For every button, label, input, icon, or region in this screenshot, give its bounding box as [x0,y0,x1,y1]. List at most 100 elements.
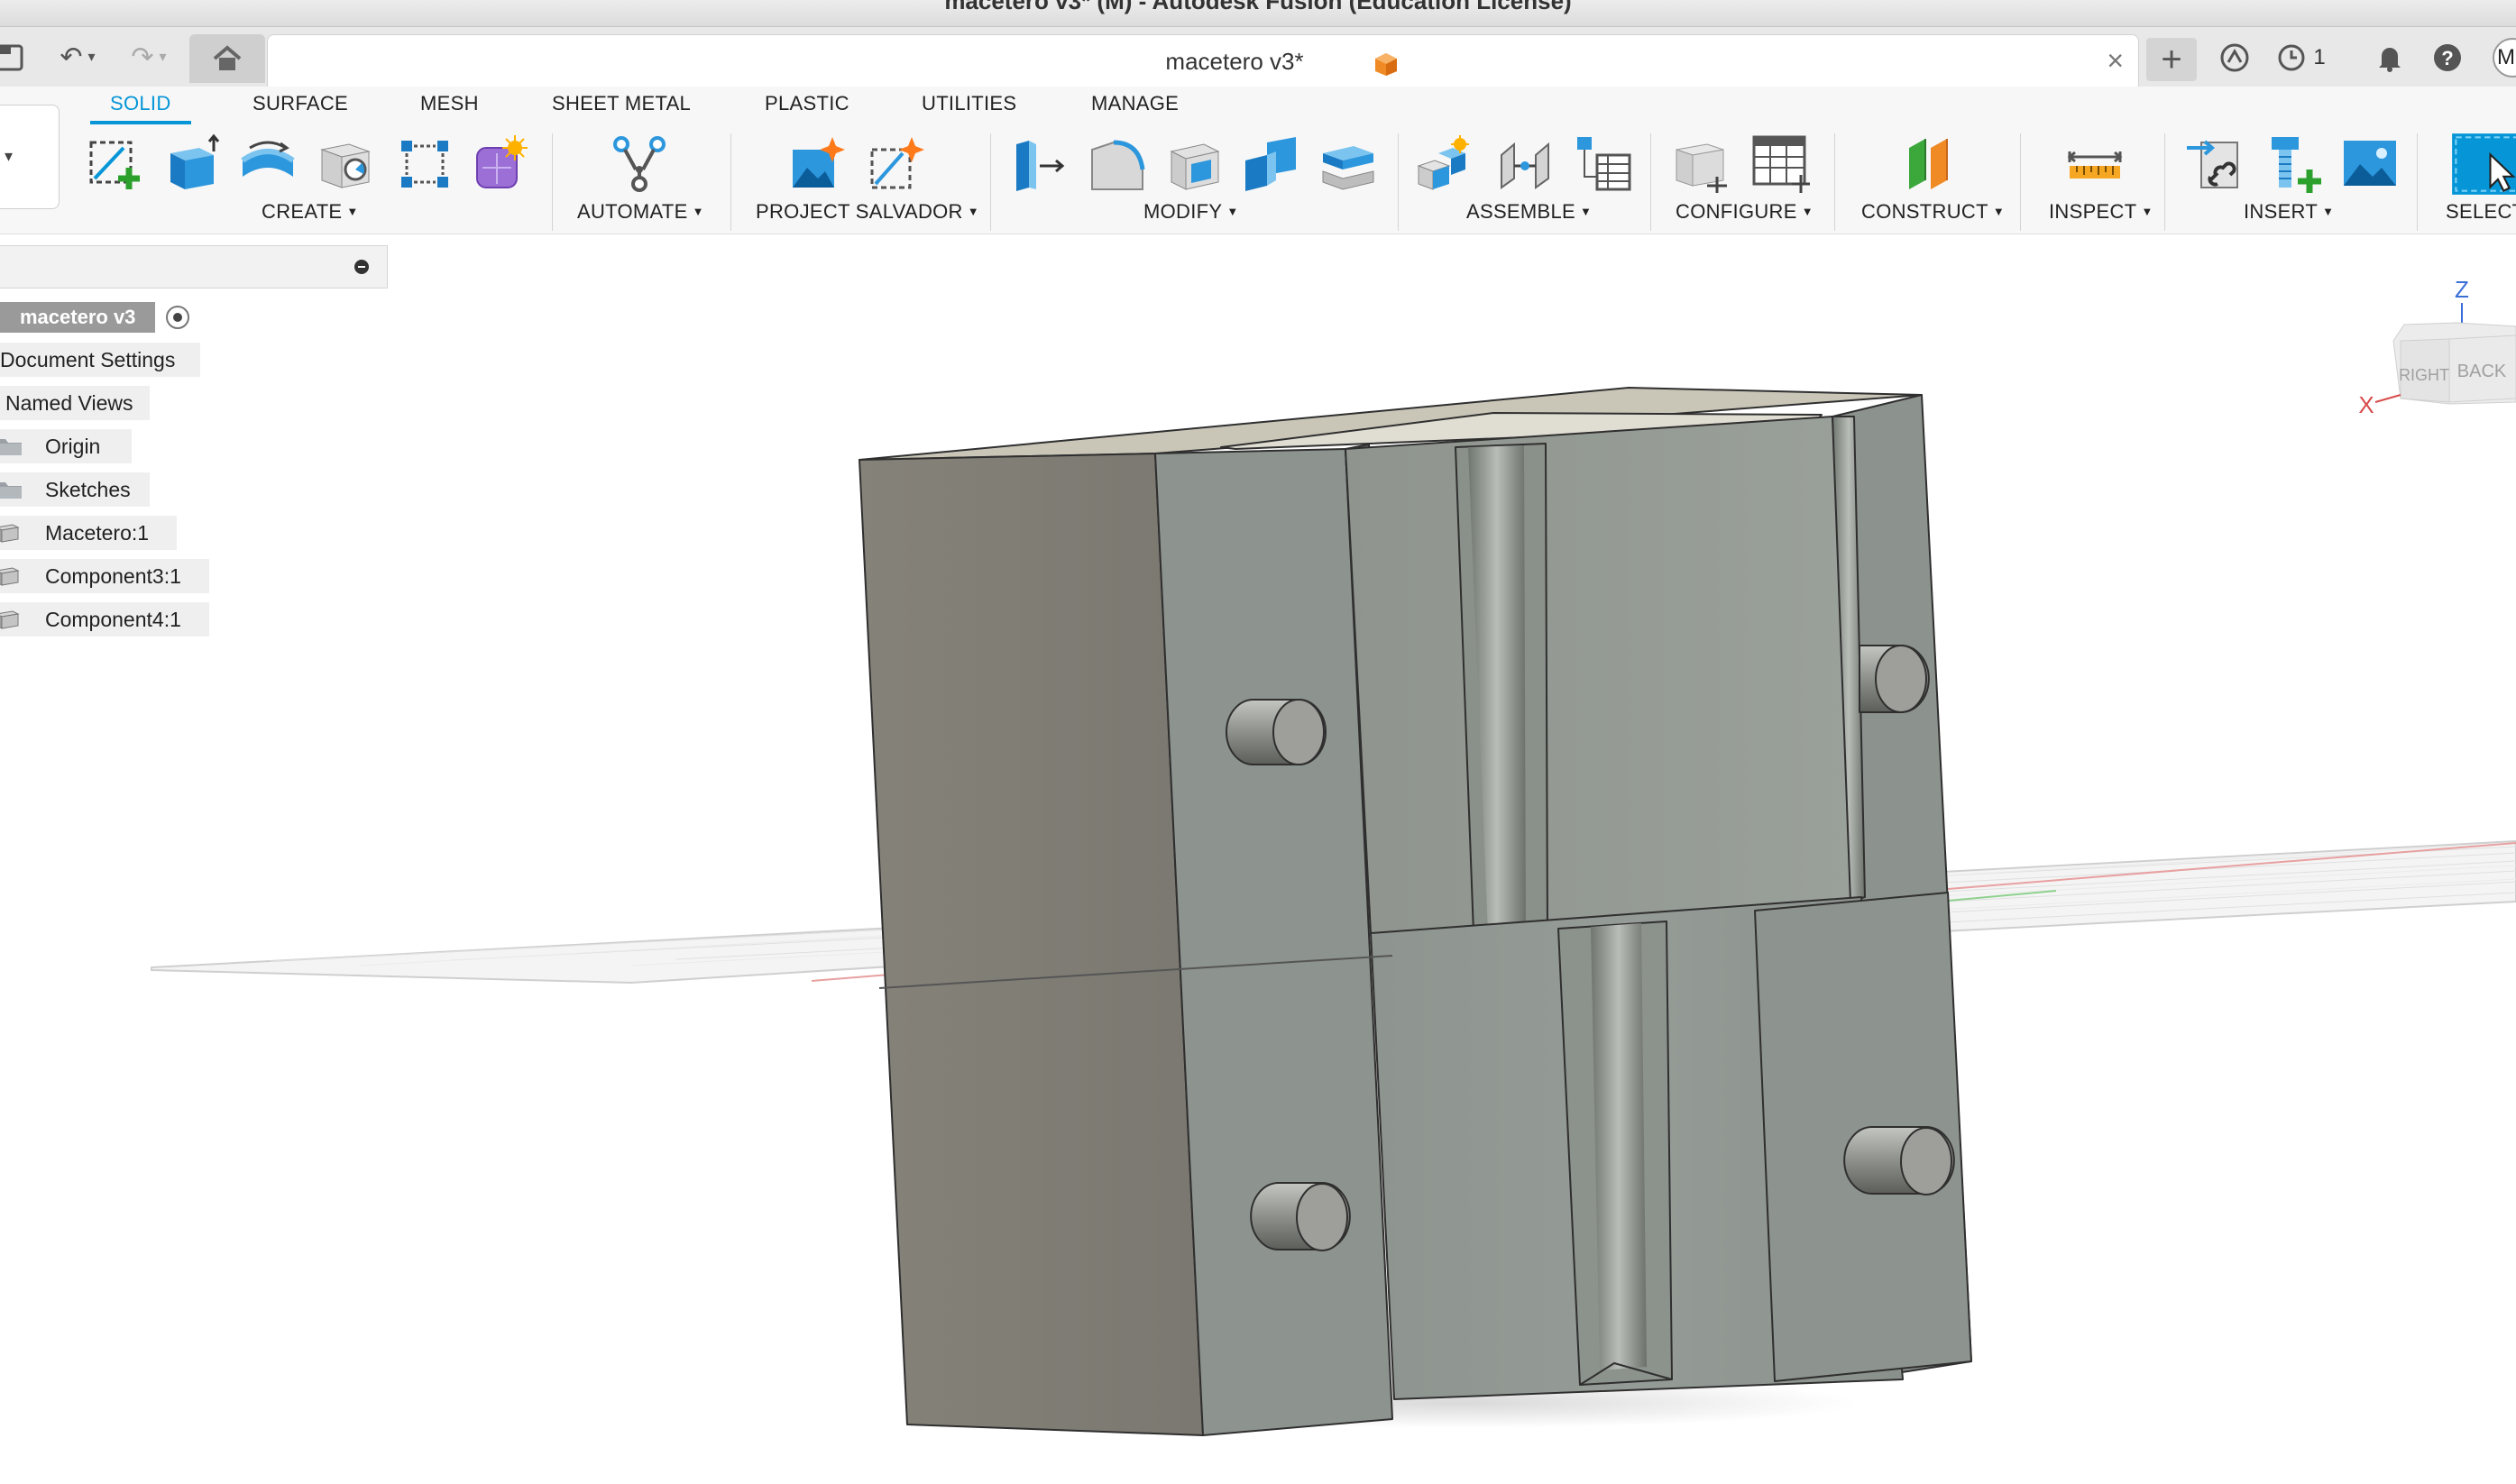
modify-menu[interactable]: MODIFY ▼ [1143,200,1239,224]
generative-design-button[interactable] [469,132,532,197]
automate-button[interactable] [608,132,671,197]
document-tab-title: macetero v3* [1165,48,1304,75]
activate-radio-icon[interactable] [166,306,190,329]
save-icon[interactable] [0,36,27,78]
ai-sketch-sparkle-icon [870,137,924,189]
chevron-down-icon[interactable]: ▾ [160,48,167,66]
alignment-pin[interactable] [1843,1126,1955,1195]
insert-link-icon [2187,140,2238,188]
new-component-button[interactable] [1412,132,1475,197]
construct-menu[interactable]: CONSTRUCT ▼ [1861,200,2005,224]
home-button[interactable] [189,34,265,83]
user-avatar[interactable]: M [2493,38,2516,78]
browser-item-document-settings[interactable]: Document Settings [0,343,200,377]
extensions-icon[interactable] [2215,40,2254,76]
toolbar-ribbon: ▾ SOLID SURFACE MESH SHEET METAL PLASTIC… [0,87,2516,234]
browser-item-label: Macetero:1 [45,520,150,545]
browser-item-named-views[interactable]: Named Views [0,386,150,420]
help-icon[interactable]: ? [2429,40,2465,76]
measure-button[interactable] [2063,132,2126,197]
tab-surface[interactable]: SURFACE [253,92,348,115]
browser-item-component4[interactable]: Component4:1 [0,602,209,637]
bolt-plus-icon [2272,137,2321,193]
automate-menu[interactable]: AUTOMATE ▼ [577,200,704,224]
alignment-pin[interactable] [1859,645,1930,713]
document-tab[interactable]: macetero v3* × [267,34,2139,87]
configure-design-button[interactable] [1670,132,1733,197]
browser-item-origin[interactable]: Origin [0,429,132,463]
tab-manage[interactable]: MANAGE [1091,92,1179,115]
shell-button[interactable] [1163,132,1226,197]
tab-plastic[interactable]: PLASTIC [765,92,849,115]
tab-utilities[interactable]: UTILITIES [922,92,1016,115]
inspect-menu[interactable]: INSPECT ▼ [2049,200,2153,224]
chevron-down-icon[interactable]: ▾ [88,48,96,66]
salvador-sketch-button[interactable] [866,132,929,197]
tab-solid[interactable]: SOLID [110,92,171,115]
job-status-button[interactable]: 1 [2274,40,2328,76]
automate-icon [613,136,666,192]
combine-button[interactable] [1239,132,1302,197]
create-menu[interactable]: CREATE ▼ [262,200,359,224]
divider [2417,133,2418,231]
configuration-table-button[interactable] [1749,132,1813,197]
create-sketch-button[interactable] [83,132,146,197]
alignment-pin[interactable] [1226,699,1327,765]
bom-table-icon [1577,137,1631,191]
insert-derive-button[interactable] [2184,132,2247,197]
redo-button[interactable]: ↷ ▾ [119,36,179,78]
undo-button[interactable]: ↶ ▾ [51,36,105,78]
select-cursor-icon [2452,133,2516,195]
offset-plane-button[interactable] [1899,132,1962,197]
joint-button[interactable] [1493,132,1556,197]
z-axis-label: Z [2455,276,2469,303]
hole-button[interactable] [314,132,377,197]
browser-item-macetero[interactable]: Macetero:1 [0,516,177,550]
application-tab-bar: ↶ ▾ ↷ ▾ macetero v3* × + 1 ? M [0,27,2516,87]
job-count: 1 [2313,45,2326,69]
fillet-button[interactable] [1086,132,1149,197]
alignment-pin[interactable] [1250,1182,1351,1251]
chevron-down-icon: ▼ [1580,205,1593,218]
hole-icon [320,143,371,188]
new-tab-button[interactable]: + [2146,38,2197,81]
browser-root-node[interactable]: macetero v3 [0,301,190,334]
tab-sheet-metal[interactable]: SHEET METAL [552,92,691,115]
collapse-icon[interactable] [354,260,369,274]
browser-panel-header[interactable] [0,245,388,289]
extrude-button[interactable] [161,132,224,197]
component-icon [0,524,20,543]
select-button[interactable] [2449,132,2516,197]
project-salvador-menu-label: PROJECT SALVADOR [756,200,963,223]
press-pull-button[interactable] [1006,132,1070,197]
insert-canvas-button[interactable] [2339,132,2402,197]
component-icon [0,610,20,629]
offset-face-button[interactable] [1317,132,1380,197]
configure-menu[interactable]: CONFIGURE ▼ [1676,200,1814,224]
bill-of-materials-button[interactable] [1573,132,1636,197]
chevron-down-icon: ▼ [1226,205,1239,218]
notifications-bell-icon[interactable] [2372,40,2408,76]
insert-mcmaster-button[interactable] [2263,132,2327,197]
root-component-name[interactable]: macetero v3 [0,302,156,333]
tab-mesh[interactable]: MESH [420,92,479,115]
assemble-menu[interactable]: ASSEMBLE ▼ [1466,200,1592,224]
revolve-button[interactable] [236,132,299,197]
chevron-down-icon: ▼ [2322,205,2335,218]
view-cube[interactable]: Z RIGHT BACK X [2350,267,2516,426]
select-menu[interactable]: SELECT [2446,200,2516,224]
close-tab-icon[interactable]: × [2107,44,2124,78]
salvador-generate-button[interactable] [786,132,849,197]
insert-menu-label: INSERT [2244,200,2319,223]
insert-menu[interactable]: INSERT ▼ [2244,200,2334,224]
mold-model[interactable] [859,387,1972,1436]
workspace-switcher[interactable]: ▾ [0,105,60,209]
undo-icon: ↶ [60,41,83,72]
browser-item-label: Sketches [45,477,131,501]
3d-viewport[interactable] [0,235,2516,1484]
browser-item-sketches[interactable]: Sketches [0,472,150,507]
browser-item-component3[interactable]: Component3:1 [0,559,209,593]
configuration-table-icon [1752,135,1810,193]
pattern-button[interactable] [393,132,456,197]
project-salvador-menu[interactable]: PROJECT SALVADOR ▼ [756,200,979,224]
